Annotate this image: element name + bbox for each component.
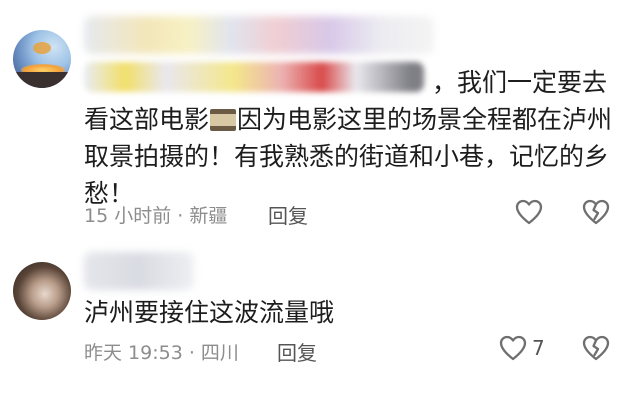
avatar[interactable] xyxy=(13,262,71,320)
reply-button[interactable]: 回复 xyxy=(268,200,308,229)
broken-heart-icon xyxy=(582,335,610,361)
like-count: 7 xyxy=(532,336,545,360)
comment-time-location: 15 小时前 · 新疆 xyxy=(84,205,228,227)
heart-outline-icon xyxy=(515,199,543,225)
dislike-button[interactable] xyxy=(581,334,611,362)
comment-text-before-icon: 看这部电影 xyxy=(84,105,210,134)
broken-heart-icon xyxy=(582,199,610,225)
dislike-button[interactable] xyxy=(581,198,611,226)
username-blurred[interactable] xyxy=(84,252,194,290)
like-button[interactable]: 7 xyxy=(498,334,545,362)
reply-button[interactable]: 回复 xyxy=(277,337,317,366)
like-button[interactable] xyxy=(514,198,548,226)
comment-time-location: 昨天 19:53 · 四川 xyxy=(84,342,239,364)
avatar[interactable] xyxy=(13,30,71,88)
comment-text: ，我们一定要去 看这部电影 因为电影这里的场景全程都在泸州取景拍摄的！有我熟悉的街… xyxy=(84,64,624,212)
heart-outline-icon xyxy=(499,335,527,361)
comment-text-line1: ，我们一定要去 xyxy=(432,68,608,97)
avatar-figure xyxy=(33,42,51,54)
avatar-ground xyxy=(13,72,71,88)
comment-text: 泸州要接住这波流量哦 xyxy=(84,298,335,327)
username-blurred[interactable] xyxy=(84,16,434,54)
film-strip-icon xyxy=(210,109,237,131)
